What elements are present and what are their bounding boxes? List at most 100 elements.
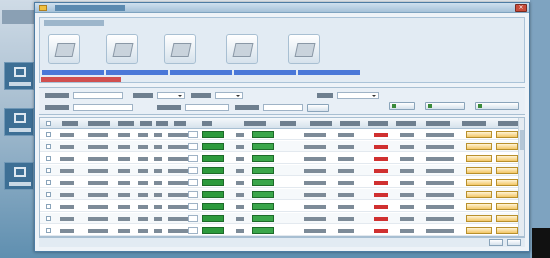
- row-checkbox[interactable]: [46, 216, 51, 221]
- close-icon[interactable]: ×: [515, 4, 527, 12]
- row-action-button[interactable]: [202, 191, 224, 198]
- row-action-button[interactable]: [252, 215, 274, 222]
- grid-scrollbar[interactable]: [518, 118, 524, 236]
- table-row[interactable]: [40, 189, 524, 200]
- table-row[interactable]: [40, 213, 524, 224]
- row-action-button[interactable]: [252, 143, 274, 150]
- row-edit-button[interactable]: [466, 215, 492, 222]
- row-checkbox[interactable]: [46, 156, 51, 161]
- row-detail-button[interactable]: [496, 143, 518, 150]
- search-button[interactable]: [307, 104, 329, 112]
- footer-button-1[interactable]: [489, 239, 503, 246]
- row-action-button[interactable]: [202, 227, 224, 234]
- quantity-stepper[interactable]: [188, 215, 198, 222]
- row-action-button[interactable]: [202, 215, 224, 222]
- row-detail-button[interactable]: [496, 179, 518, 186]
- filter-select[interactable]: [215, 92, 243, 99]
- row-detail-button[interactable]: [496, 167, 518, 174]
- filter-button-1[interactable]: [389, 102, 415, 110]
- tool-5[interactable]: [288, 34, 320, 64]
- row-edit-button[interactable]: [466, 131, 492, 138]
- status-text: [374, 229, 388, 233]
- row-action-button[interactable]: [202, 143, 224, 150]
- filter-input[interactable]: [73, 104, 133, 111]
- row-detail-button[interactable]: [496, 215, 518, 222]
- row-checkbox[interactable]: [46, 168, 51, 173]
- quantity-stepper[interactable]: [188, 203, 198, 210]
- tool-link-4[interactable]: [234, 70, 296, 75]
- tool-link-3[interactable]: [170, 70, 232, 75]
- row-action-button[interactable]: [202, 167, 224, 174]
- filter-select[interactable]: [337, 92, 379, 99]
- row-checkbox[interactable]: [46, 180, 51, 185]
- table-row[interactable]: [40, 201, 524, 212]
- cell: [88, 181, 108, 185]
- row-detail-button[interactable]: [496, 227, 518, 234]
- tool-4[interactable]: [226, 34, 258, 64]
- table-row[interactable]: [40, 129, 524, 140]
- row-action-button[interactable]: [252, 203, 274, 210]
- row-action-button[interactable]: [252, 179, 274, 186]
- cell: [400, 205, 414, 209]
- row-checkbox[interactable]: [46, 192, 51, 197]
- filter-input[interactable]: [185, 104, 229, 111]
- quantity-stepper[interactable]: [188, 167, 198, 174]
- row-edit-button[interactable]: [466, 155, 492, 162]
- tool-3[interactable]: [164, 34, 196, 64]
- row-detail-button[interactable]: [496, 131, 518, 138]
- cell: [426, 145, 454, 149]
- side-tile-2[interactable]: [4, 108, 34, 136]
- filter-input[interactable]: [73, 92, 123, 99]
- tool-link-5[interactable]: [298, 70, 360, 75]
- row-checkbox[interactable]: [46, 144, 51, 149]
- filter-input[interactable]: [263, 104, 303, 111]
- row-action-button[interactable]: [252, 155, 274, 162]
- quantity-stepper[interactable]: [188, 179, 198, 186]
- table-row[interactable]: [40, 177, 524, 188]
- select-all-checkbox[interactable]: [46, 121, 51, 126]
- row-action-button[interactable]: [202, 155, 224, 162]
- side-tile-3[interactable]: [4, 162, 34, 190]
- scroll-thumb[interactable]: [520, 130, 524, 150]
- quantity-stepper[interactable]: [188, 131, 198, 138]
- filter-button-2[interactable]: [425, 102, 465, 110]
- row-edit-button[interactable]: [466, 179, 492, 186]
- footer-button-2[interactable]: [507, 239, 521, 246]
- filter-select[interactable]: [157, 92, 185, 99]
- row-action-button[interactable]: [202, 131, 224, 138]
- tool-1[interactable]: [48, 34, 80, 64]
- row-checkbox[interactable]: [46, 228, 51, 233]
- row-detail-button[interactable]: [496, 191, 518, 198]
- table-row[interactable]: [40, 153, 524, 164]
- quantity-stepper[interactable]: [188, 191, 198, 198]
- tool-link-1[interactable]: [42, 70, 104, 75]
- quantity-stepper[interactable]: [188, 143, 198, 150]
- row-action-button[interactable]: [252, 131, 274, 138]
- row-edit-button[interactable]: [466, 143, 492, 150]
- tool-link-2[interactable]: [106, 70, 168, 75]
- filter-button-3[interactable]: [475, 102, 519, 110]
- row-checkbox[interactable]: [46, 132, 51, 137]
- filter-label: [317, 93, 333, 98]
- row-edit-button[interactable]: [466, 227, 492, 234]
- row-edit-button[interactable]: [466, 203, 492, 210]
- row-edit-button[interactable]: [466, 167, 492, 174]
- row-detail-button[interactable]: [496, 203, 518, 210]
- table-row[interactable]: [40, 225, 524, 236]
- row-action-button[interactable]: [202, 203, 224, 210]
- row-checkbox[interactable]: [46, 204, 51, 209]
- cell: [154, 229, 162, 233]
- row-detail-button[interactable]: [496, 155, 518, 162]
- side-tile-1[interactable]: [4, 62, 34, 90]
- table-row[interactable]: [40, 165, 524, 176]
- row-action-button[interactable]: [202, 179, 224, 186]
- table-row[interactable]: [40, 141, 524, 152]
- quantity-stepper[interactable]: [188, 227, 198, 234]
- row-action-button[interactable]: [252, 191, 274, 198]
- row-action-button[interactable]: [252, 167, 274, 174]
- quantity-stepper[interactable]: [188, 155, 198, 162]
- tool-2[interactable]: [106, 34, 138, 64]
- cell: [168, 217, 188, 221]
- row-action-button[interactable]: [252, 227, 274, 234]
- row-edit-button[interactable]: [466, 191, 492, 198]
